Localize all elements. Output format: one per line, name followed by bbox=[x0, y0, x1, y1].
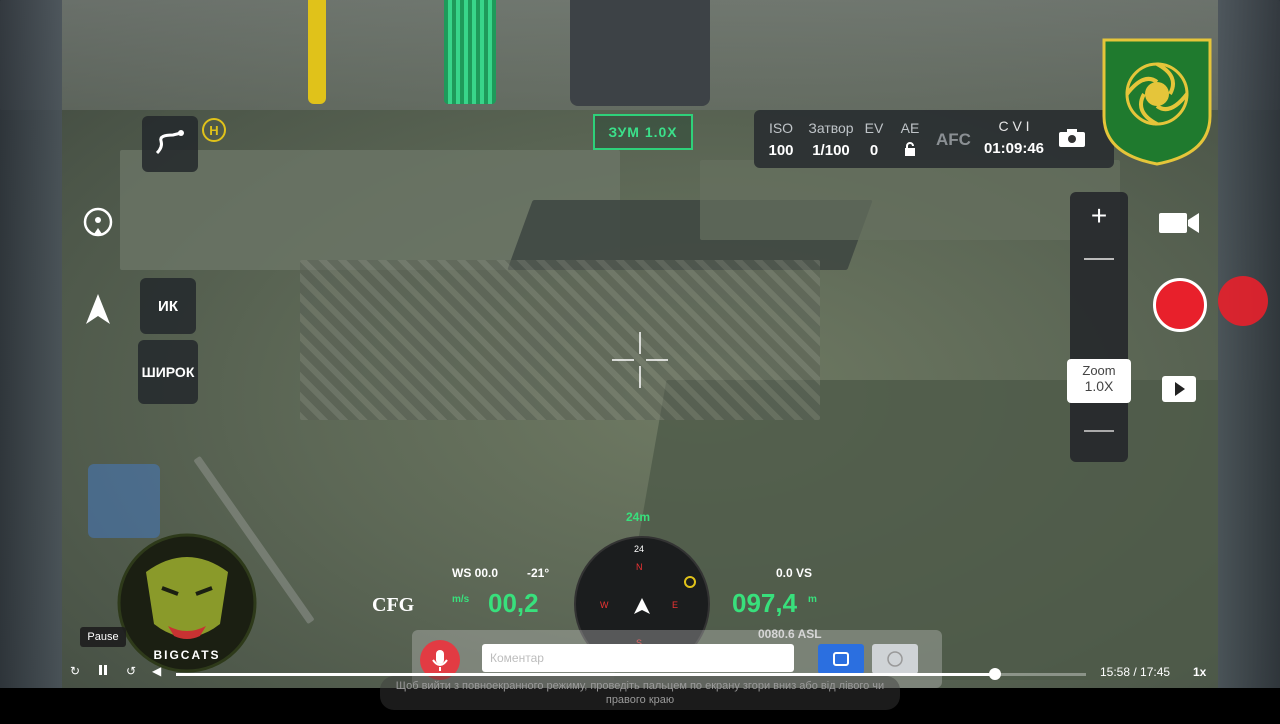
progress-knob[interactable] bbox=[989, 668, 1001, 680]
storage-label: C V I bbox=[998, 118, 1030, 134]
volume-icon[interactable]: ◀ bbox=[152, 664, 161, 678]
send-button[interactable] bbox=[818, 644, 864, 674]
send-icon bbox=[833, 652, 849, 666]
crosshair bbox=[612, 332, 668, 388]
forward-icon[interactable]: ↺ bbox=[126, 664, 136, 678]
zoom-label-text: Zoom bbox=[1082, 363, 1116, 378]
video-icon[interactable] bbox=[1158, 208, 1200, 243]
camera-icon[interactable] bbox=[1058, 128, 1086, 148]
lock-icon bbox=[896, 142, 924, 160]
record-time: 01:09:46 bbox=[983, 140, 1045, 157]
bigcats-label: BIGCATS bbox=[153, 648, 221, 662]
ev-label: EV bbox=[864, 120, 884, 136]
shutter-label: Затвор bbox=[808, 120, 854, 136]
zoom-slider[interactable]: + Zoom 1.0X bbox=[1067, 192, 1131, 462]
ev-setting[interactable]: EV 0 bbox=[862, 120, 886, 159]
progress-fill bbox=[176, 673, 995, 676]
slider-tick bbox=[1084, 258, 1114, 260]
record-button[interactable] bbox=[1153, 278, 1207, 332]
home-marker bbox=[684, 576, 696, 588]
pause-tooltip: Pause bbox=[80, 627, 126, 647]
heading-distance: 24m bbox=[626, 510, 651, 524]
iso-setting[interactable]: ISO 100 bbox=[766, 120, 796, 159]
top-dark-panel bbox=[570, 0, 710, 106]
record-button-blur bbox=[1218, 276, 1268, 326]
ir-mode-button[interactable]: ИК bbox=[140, 278, 196, 334]
progress-bar[interactable] bbox=[176, 668, 1086, 680]
signal-yellow-bar bbox=[308, 0, 326, 104]
flight-route-button[interactable] bbox=[142, 116, 198, 172]
locate-icon[interactable] bbox=[82, 206, 114, 238]
horizontal-speed: 00,2 bbox=[488, 588, 539, 618]
right-blur-edge bbox=[1218, 0, 1280, 724]
zoom-level-label[interactable]: Zoom 1.0X bbox=[1067, 359, 1131, 403]
brigade-emblem bbox=[1100, 36, 1214, 166]
zoom-in-button[interactable]: + bbox=[1070, 200, 1128, 232]
battery-green-bar bbox=[444, 0, 496, 104]
compass-mark: 24 bbox=[634, 544, 645, 554]
vertical-speed: 0.0 VS bbox=[776, 566, 813, 580]
shutter-setting[interactable]: Затвор 1/100 bbox=[804, 120, 858, 159]
record-timer: C V I 01:09:46 bbox=[982, 118, 1046, 157]
compass-mark: N bbox=[636, 562, 643, 572]
cfg-button[interactable]: CFG bbox=[372, 594, 414, 617]
comment-input[interactable]: Коментар bbox=[482, 644, 794, 672]
alt-unit: m bbox=[808, 594, 817, 605]
compass-arrow-icon[interactable] bbox=[84, 292, 112, 328]
home-point-badge[interactable]: H bbox=[202, 118, 226, 142]
play-icon[interactable] bbox=[1162, 376, 1196, 402]
fullscreen-hint: Щоб вийти з повноекранного режиму, прове… bbox=[380, 676, 900, 710]
iso-label: ISO bbox=[768, 120, 794, 136]
emoji-button[interactable] bbox=[872, 644, 918, 674]
pitch-value: -21° bbox=[527, 566, 550, 580]
camera-settings-panel[interactable]: ISO 100 Затвор 1/100 EV 0 AE AFC C V I 0… bbox=[754, 110, 1114, 168]
ae-setting[interactable]: AE bbox=[896, 120, 924, 160]
wind-speed: WS 00.0 bbox=[452, 566, 499, 580]
wide-lens-button[interactable]: ШИРОК bbox=[138, 340, 198, 404]
compass-mark: E bbox=[672, 600, 679, 610]
replay-icon[interactable]: ↻ bbox=[70, 664, 80, 678]
zoom-out-button[interactable] bbox=[1084, 430, 1114, 432]
terrain-patch bbox=[700, 160, 1120, 240]
ev-value: 0 bbox=[869, 142, 879, 159]
zoom-label-value: 1.0X bbox=[1084, 378, 1114, 394]
altitude: 097,4 bbox=[732, 588, 798, 618]
iso-value: 100 bbox=[768, 142, 794, 159]
bigcats-emblem: BIGCATS bbox=[116, 532, 258, 674]
aircraft-icon bbox=[634, 598, 650, 614]
zoom-indicator: ЗУМ 1.0X bbox=[593, 114, 693, 150]
playback-time: 15:58 / 17:45 bbox=[1100, 665, 1171, 679]
drone-path-icon bbox=[155, 130, 184, 155]
village-ruins bbox=[300, 260, 820, 420]
pause-button[interactable] bbox=[98, 664, 108, 679]
left-blur-edge bbox=[0, 0, 62, 724]
map-thumbnail[interactable] bbox=[88, 464, 160, 538]
playback-speed[interactable]: 1x bbox=[1193, 665, 1206, 679]
compass-mark: W bbox=[600, 600, 609, 610]
hs-unit: m/s bbox=[452, 594, 470, 605]
emoji-icon bbox=[887, 651, 903, 667]
afc-label[interactable]: AFC bbox=[936, 130, 971, 150]
shutter-value: 1/100 bbox=[812, 142, 850, 159]
ae-label: AE bbox=[900, 120, 920, 136]
